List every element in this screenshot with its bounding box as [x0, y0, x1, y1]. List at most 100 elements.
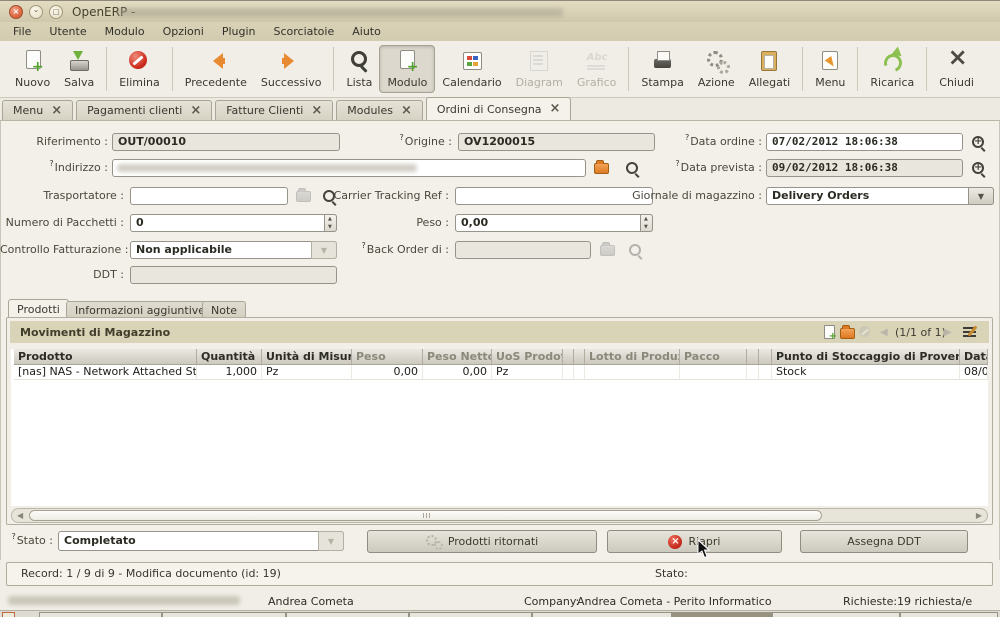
- menu-aiuto[interactable]: Aiuto: [343, 25, 390, 38]
- cell-unita-di-misura[interactable]: Pz: [262, 365, 352, 380]
- cell-data[interactable]: 08/02,: [960, 365, 988, 380]
- toolbar-button-elimina[interactable]: Elimina: [112, 45, 167, 93]
- pager-next-icon[interactable]: [944, 327, 952, 338]
- data-ordine-field[interactable]: 07/02/2012 18:06:38: [766, 133, 963, 151]
- taskbar-item[interactable]: [532, 612, 672, 617]
- riapri-button[interactable]: Riapri: [607, 530, 782, 553]
- stato-status-text: Stato:: [655, 567, 688, 580]
- scrollbar-thumb[interactable]: [29, 510, 822, 521]
- toolbar-button-allegati[interactable]: Allegati: [742, 45, 798, 93]
- toolbar-button-successivo[interactable]: Successivo: [254, 45, 329, 93]
- cell-prodotto[interactable]: [nas] NAS - Network Attached Storage: [14, 365, 197, 380]
- toolbar-button-stampa[interactable]: Stampa: [634, 45, 690, 93]
- notebook-tab-informazioni[interactable]: Informazioni aggiuntive: [66, 301, 214, 318]
- taskbar-item[interactable]: [286, 612, 409, 617]
- pager-previous-icon[interactable]: [880, 327, 888, 338]
- prodotti-ritornati-button[interactable]: Prodotti ritornati: [367, 530, 597, 553]
- switch-view-icon[interactable]: [963, 325, 977, 339]
- scroll-right-icon[interactable]: [976, 511, 982, 520]
- label-text: Numero di Pacchetti :: [6, 216, 124, 229]
- new-row-icon[interactable]: [822, 325, 836, 339]
- cell-uos-prodotto[interactable]: Pz: [492, 365, 563, 380]
- tab-close-icon[interactable]: [550, 104, 561, 114]
- column-header-quantita[interactable]: Quantità: [197, 349, 262, 365]
- tab-ordini-di-consegna[interactable]: Ordini di Consegna: [426, 97, 572, 120]
- trasportatore-field[interactable]: [130, 187, 288, 205]
- window-close-button[interactable]: [9, 5, 23, 19]
- toolbar-button-nuovo[interactable]: Nuovo: [8, 45, 57, 93]
- cell-lotto-di-produzione[interactable]: [585, 365, 680, 380]
- toolbar-label: Salva: [64, 76, 94, 89]
- taskbar-item[interactable]: [900, 612, 998, 617]
- window-minimize-button[interactable]: [29, 5, 43, 19]
- tab-close-icon[interactable]: [51, 106, 62, 116]
- menu-utente[interactable]: Utente: [40, 25, 95, 38]
- numero-pacchetti-field[interactable]: 0: [130, 214, 337, 232]
- window-maximize-button[interactable]: [49, 5, 63, 19]
- column-header-peso-netto[interactable]: Peso Netto: [423, 349, 492, 365]
- toolbar-button-lista[interactable]: Lista: [339, 45, 379, 93]
- requests-count-text[interactable]: 19 richiesta/e: [897, 595, 972, 608]
- giornale-combobox[interactable]: Delivery Orders: [766, 187, 994, 205]
- indirizzo-field[interactable]: [112, 159, 586, 177]
- assegna-ddt-button[interactable]: Assegna DDT: [800, 530, 968, 553]
- cell-quantita[interactable]: 1,000: [197, 365, 262, 380]
- peso-field[interactable]: 0,00: [455, 214, 653, 232]
- pager-text: (1/1 of 1): [895, 326, 946, 339]
- menu-file[interactable]: File: [4, 25, 40, 38]
- toolbar-button-azione[interactable]: Azione: [691, 45, 742, 93]
- menu-modulo[interactable]: Modulo: [96, 25, 154, 38]
- column-header-peso[interactable]: Peso: [352, 349, 423, 365]
- tab-modules[interactable]: Modules: [336, 100, 423, 120]
- toolbar-label: Precedente: [185, 76, 247, 89]
- taskbar-item[interactable]: [772, 612, 900, 617]
- toolbar-button-ricarica[interactable]: Ricarica: [863, 45, 921, 93]
- graph-icon: [585, 49, 609, 73]
- taskbar-item[interactable]: [409, 612, 532, 617]
- column-header-data[interactable]: Data: [960, 349, 988, 365]
- tab-fatture-clienti[interactable]: Fatture Clienti: [215, 100, 333, 120]
- giornale-dropdown-button[interactable]: [968, 187, 994, 205]
- taskbar-item-active[interactable]: [672, 612, 772, 617]
- tab-close-icon[interactable]: [401, 106, 412, 116]
- tab-pagamenti-clienti[interactable]: Pagamenti clienti: [76, 100, 212, 120]
- toolbar-button-calendario[interactable]: Calendario: [435, 45, 508, 93]
- taskbar-item[interactable]: [2, 612, 15, 617]
- peso-spinner[interactable]: [640, 214, 653, 232]
- toolbar-button-modulo[interactable]: Modulo: [379, 45, 435, 93]
- column-header-uos-prodotto[interactable]: UoS Prodotto: [492, 349, 563, 365]
- taskbar-item[interactable]: [162, 612, 286, 617]
- notebook-tab-note[interactable]: Note: [202, 301, 246, 318]
- open-record-folder-icon[interactable]: [594, 163, 609, 174]
- open-row-folder-icon[interactable]: [840, 328, 855, 339]
- tab-menu[interactable]: Menu: [2, 100, 73, 120]
- cell-pacco[interactable]: [680, 365, 747, 380]
- column-header-prodotto[interactable]: Prodotto: [14, 349, 197, 365]
- menu-plugin[interactable]: Plugin: [213, 25, 265, 38]
- numero-pacchetti-spinner[interactable]: [324, 214, 337, 232]
- toolbar-separator: [857, 47, 858, 91]
- column-header-lotto-di-produzione[interactable]: Lotto di Produzione: [585, 349, 680, 365]
- toolbar-button-salva[interactable]: Salva: [57, 45, 101, 93]
- horizontal-scrollbar[interactable]: [11, 508, 988, 523]
- menu-scorciatoie[interactable]: Scorciatoie: [264, 25, 343, 38]
- column-header-punto-di-stoccaggio[interactable]: Punto di Stoccaggio di Provenienza: [772, 349, 960, 365]
- indirizzo-label: ?Indirizzo :: [0, 159, 108, 177]
- save-icon: [67, 49, 91, 73]
- taskbar-item[interactable]: [39, 612, 162, 617]
- cell-punto-di-stoccaggio[interactable]: Stock: [772, 365, 960, 380]
- toolbar-button-chiudi[interactable]: Chiudi: [932, 45, 981, 93]
- scroll-left-icon[interactable]: [17, 511, 23, 520]
- date-picker-icon[interactable]: [971, 161, 987, 177]
- date-picker-icon[interactable]: [971, 135, 987, 151]
- menu-opzioni[interactable]: Opzioni: [154, 25, 213, 38]
- column-header-unita-di-misura[interactable]: Unità di Misura: [262, 349, 352, 365]
- notebook-tab-prodotti[interactable]: Prodotti: [8, 299, 69, 318]
- column-header-pacco[interactable]: Pacco: [680, 349, 747, 365]
- toolbar-button-precedente[interactable]: Precedente: [178, 45, 254, 93]
- tab-close-icon[interactable]: [190, 106, 201, 116]
- cell-peso[interactable]: 0,00: [352, 365, 423, 380]
- cell-peso-netto[interactable]: 0,00: [423, 365, 492, 380]
- toolbar-button-menu[interactable]: Menu: [808, 45, 852, 93]
- tab-close-icon[interactable]: [311, 106, 322, 116]
